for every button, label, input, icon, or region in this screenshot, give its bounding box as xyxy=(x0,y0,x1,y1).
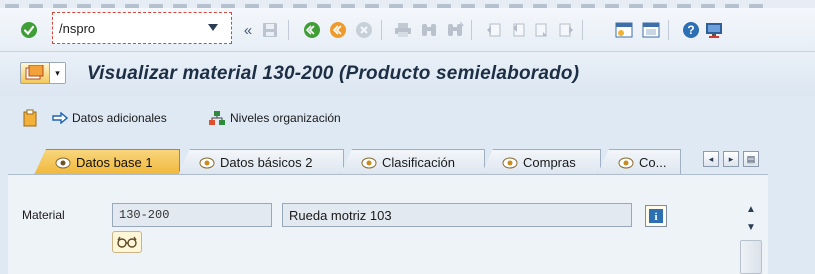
info-icon: i xyxy=(649,209,663,223)
first-page-icon[interactable] xyxy=(484,20,504,40)
toolbar-separator xyxy=(288,20,289,40)
next-page-icon[interactable] xyxy=(532,20,552,40)
application-toolbar: Datos adicionales Niveles organización xyxy=(0,98,815,138)
material-label: Material xyxy=(22,208,65,222)
vertical-scrollbar[interactable]: ▲ ▼ xyxy=(738,200,764,274)
org-levels-label: Niveles organización xyxy=(230,111,341,125)
tab-label: Datos base 1 xyxy=(76,155,153,170)
scroll-down-button[interactable]: ▼ xyxy=(742,220,760,234)
tab-datos-basicos-2[interactable]: Datos básicos 2 xyxy=(178,149,344,175)
tab-scroll-right-button[interactable]: ▸ xyxy=(723,151,739,167)
scroll-up-button[interactable]: ▲ xyxy=(742,202,760,216)
tab-strip: Datos base 1 Datos básicos 2 Clasificaci… xyxy=(0,146,815,175)
save-icon[interactable] xyxy=(260,20,280,40)
tab-label: Datos básicos 2 xyxy=(220,155,313,170)
command-field-wrapper xyxy=(52,12,232,44)
eye-tab-icon xyxy=(618,156,636,170)
toolbar-separator xyxy=(582,20,583,40)
layout-icon[interactable] xyxy=(704,20,724,40)
back-icon[interactable] xyxy=(302,20,322,40)
glasses-icon xyxy=(117,236,137,248)
exit-icon[interactable] xyxy=(328,20,348,40)
tab-label: Clasificación xyxy=(382,155,455,170)
additional-data-label: Datos adicionales xyxy=(72,111,167,125)
toolbar-separator xyxy=(668,20,669,40)
tab-datos-base-1[interactable]: Datos base 1 xyxy=(34,149,180,175)
top-stripe xyxy=(0,0,815,8)
find-icon[interactable] xyxy=(419,20,439,40)
menu-button[interactable]: ▾ xyxy=(20,62,66,84)
print-icon[interactable] xyxy=(393,20,413,40)
find-next-icon[interactable] xyxy=(445,20,465,40)
tab-content-panel: Material 130-200 Rueda motriz 103 i xyxy=(8,174,768,274)
svg-text:i: i xyxy=(654,211,657,223)
material-number-field[interactable]: 130-200 xyxy=(112,203,272,227)
tab-label: Compras xyxy=(523,155,576,170)
shortcut-icon[interactable] xyxy=(641,20,661,40)
enter-icon[interactable] xyxy=(19,20,39,40)
tab-compras[interactable]: Compras xyxy=(481,149,601,175)
org-levels-button[interactable]: Niveles organización xyxy=(208,108,341,128)
eye-tab-icon xyxy=(199,156,217,170)
display-glasses-button[interactable] xyxy=(112,231,142,253)
clipboard-icon xyxy=(23,109,37,127)
command-field[interactable] xyxy=(59,17,199,39)
tab-list-button[interactable]: ▤ xyxy=(743,151,759,167)
eye-tab-icon xyxy=(502,156,520,170)
collapse-command-icon[interactable]: « xyxy=(238,20,258,40)
svg-text:?: ? xyxy=(687,23,694,37)
page-title: Visualizar material 130-200 (Producto se… xyxy=(87,63,580,84)
tab-label: Co... xyxy=(639,155,667,170)
prev-page-icon[interactable] xyxy=(508,20,528,40)
material-description-field[interactable]: Rueda motriz 103 xyxy=(282,203,632,227)
toolbar-separator xyxy=(471,20,472,40)
system-toolbar: « ? xyxy=(0,8,815,52)
title-bar: ▾ Visualizar material 130-200 (Producto … xyxy=(0,52,815,96)
last-page-icon[interactable] xyxy=(556,20,576,40)
info-button[interactable]: i xyxy=(645,205,667,227)
cancel-icon[interactable] xyxy=(354,20,374,40)
help-icon[interactable]: ? xyxy=(681,20,701,40)
menu-icon xyxy=(21,63,49,83)
tab-clasificacion[interactable]: Clasificación xyxy=(340,149,485,175)
eye-tab-icon xyxy=(361,156,379,170)
additional-data-button[interactable]: Datos adicionales xyxy=(52,108,167,128)
menu-caret-icon: ▾ xyxy=(49,63,65,83)
tab-co[interactable]: Co... xyxy=(597,149,681,175)
scroll-thumb[interactable] xyxy=(740,240,762,274)
clipboard-button[interactable] xyxy=(22,108,38,128)
create-session-icon[interactable] xyxy=(614,20,634,40)
arrow-right-icon xyxy=(52,112,68,124)
org-structure-icon xyxy=(209,111,225,125)
toolbar-separator xyxy=(381,20,382,40)
tab-scroll-left-button[interactable]: ◂ xyxy=(703,151,719,167)
eye-tab-icon xyxy=(55,156,73,170)
command-field-dropdown-icon[interactable] xyxy=(203,18,223,38)
